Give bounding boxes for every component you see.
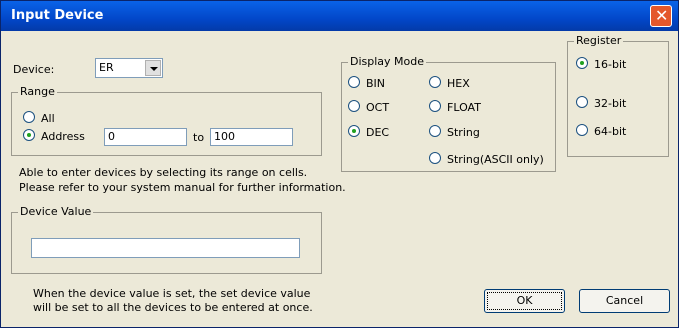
display-mode-group-label: Display Mode bbox=[348, 55, 427, 68]
display-mode-oct-label: OCT bbox=[366, 101, 390, 114]
display-mode-string-ascii-label: String(ASCII only) bbox=[447, 153, 544, 166]
register-32bit-radio[interactable] bbox=[576, 96, 588, 108]
range-address-label: Address bbox=[41, 130, 85, 143]
register-32bit-label: 32-bit bbox=[594, 97, 627, 110]
display-mode-bin-label: BIN bbox=[366, 77, 386, 90]
title-bar: Input Device ✕ bbox=[1, 1, 678, 31]
display-mode-string-radio[interactable] bbox=[429, 125, 441, 137]
note-line-2: will be set to all the devices to be ent… bbox=[33, 301, 313, 314]
device-label: Device: bbox=[13, 63, 55, 76]
display-mode-oct-radio[interactable] bbox=[348, 100, 360, 112]
device-value-input[interactable] bbox=[31, 238, 300, 258]
chevron-down-icon[interactable] bbox=[145, 60, 161, 76]
register-64bit-label: 64-bit bbox=[594, 125, 627, 138]
register-64bit-radio[interactable] bbox=[576, 124, 588, 136]
display-mode-float-label: FLOAT bbox=[447, 101, 481, 114]
range-group-label: Range bbox=[18, 85, 57, 98]
display-mode-hex-label: HEX bbox=[447, 77, 470, 90]
info-line-2: Please refer to your system manual for f… bbox=[19, 181, 346, 194]
close-button[interactable]: ✕ bbox=[650, 5, 672, 27]
display-mode-hex-radio[interactable] bbox=[429, 76, 441, 88]
note-line-1: When the device value is set, the set de… bbox=[33, 287, 311, 300]
device-select-value: ER bbox=[99, 61, 114, 74]
address-from-input[interactable]: 0 bbox=[104, 128, 187, 146]
range-all-label: All bbox=[41, 112, 55, 125]
display-mode-string-ascii-radio[interactable] bbox=[429, 152, 441, 164]
display-mode-dec-radio[interactable] bbox=[348, 125, 360, 137]
info-line-1: Able to enter devices by selecting its r… bbox=[19, 166, 308, 179]
address-to-input[interactable]: 100 bbox=[210, 128, 293, 146]
device-select[interactable]: ER bbox=[95, 58, 163, 78]
input-device-dialog: Input Device ✕ Device: ER Range All Addr… bbox=[0, 0, 679, 328]
register-16bit-label: 16-bit bbox=[594, 58, 627, 71]
display-mode-bin-radio[interactable] bbox=[348, 76, 360, 88]
cancel-button[interactable]: Cancel bbox=[579, 289, 670, 313]
display-mode-string-label: String bbox=[447, 126, 480, 139]
range-to-label: to bbox=[193, 131, 205, 144]
register-group-label: Register bbox=[574, 34, 624, 47]
register-16bit-radio[interactable] bbox=[576, 57, 588, 69]
range-group: Range bbox=[11, 85, 322, 156]
ok-button[interactable]: OK bbox=[484, 289, 565, 313]
device-value-group-label: Device Value bbox=[18, 205, 94, 218]
range-address-radio[interactable] bbox=[23, 129, 35, 141]
display-mode-dec-label: DEC bbox=[366, 126, 390, 139]
range-all-radio[interactable] bbox=[23, 111, 35, 123]
display-mode-float-radio[interactable] bbox=[429, 100, 441, 112]
close-icon: ✕ bbox=[655, 6, 669, 25]
window-title: Input Device bbox=[11, 8, 104, 23]
